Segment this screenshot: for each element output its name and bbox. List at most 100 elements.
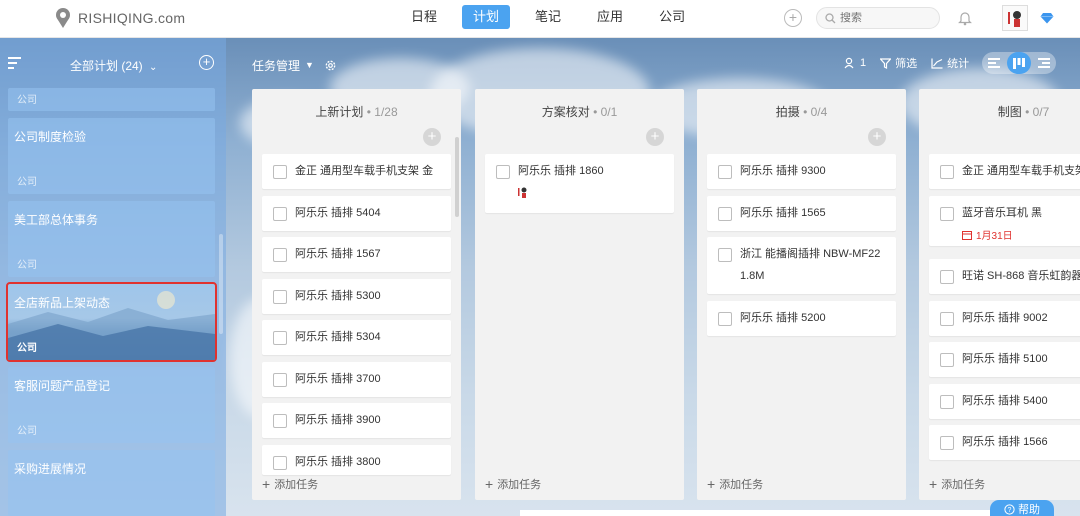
task-checkbox[interactable] [718,165,732,179]
column-scrollbar[interactable] [455,137,459,217]
task-card[interactable]: 阿乐乐 插排 5404 [262,196,451,231]
task-checkbox[interactable] [273,331,287,345]
task-text: 蓝牙音乐耳机 黑 [962,207,1043,219]
logo[interactable]: RISHIQING.com [54,7,185,29]
task-card[interactable]: 阿乐乐 插排 1566 [929,425,1080,460]
plan-card[interactable]: 采购进展情况 [8,450,215,516]
task-checkbox[interactable] [718,248,732,262]
task-checkbox[interactable] [273,290,287,304]
task-checkbox[interactable] [718,312,732,326]
task-card[interactable]: 阿乐乐 插排 1567 [262,237,451,272]
task-card[interactable]: 阿乐乐 插排 3700 [262,362,451,397]
add-plan-icon[interactable]: + [199,55,214,70]
task-card[interactable]: 阿乐乐 插排 1565 [707,196,896,231]
nav-notes[interactable]: 笔记 [524,5,572,29]
plan-card[interactable]: 美工部总体事务 公司 [8,201,215,277]
filter-icon [880,57,892,69]
task-card[interactable]: 阿乐乐 插排 9002 [929,301,1080,336]
calendar-icon [962,230,972,240]
task-text: 阿乐乐 插排 3800 [295,456,381,468]
add-card-icon[interactable]: + [868,128,886,146]
main-nav: 日程 计划 笔记 应用 公司 [400,5,710,29]
plan-card[interactable]: 公司 [8,88,215,111]
nav-apps[interactable]: 应用 [586,5,634,29]
task-checkbox[interactable] [273,207,287,221]
add-task-button[interactable]: + 添加任务 [707,476,763,492]
nav-company[interactable]: 公司 [648,5,696,29]
list-view-icon[interactable] [982,52,1007,74]
sidebar-title[interactable]: 全部计划 (24) ⌄ [70,57,157,74]
plan-card-selected[interactable]: 全店新品上架动态 公司 [6,282,217,362]
help-button[interactable]: ? 帮助 [990,500,1054,516]
task-card[interactable]: 阿乐乐 插排 1860 [485,154,674,213]
task-checkbox[interactable] [940,207,954,221]
task-checkbox[interactable] [940,353,954,367]
top-bar: RISHIQING.com 日程 计划 笔记 应用 公司 + [0,0,1080,38]
members-tool[interactable]: 1 [844,57,866,69]
task-checkbox[interactable] [273,165,287,179]
task-card[interactable]: 阿乐乐 插排 9300 [707,154,896,189]
task-card[interactable]: 蓝牙音乐耳机 黑 1月31日 [929,196,1080,246]
task-checkbox[interactable] [940,165,954,179]
task-card[interactable]: 阿乐乐 插排 5300 [262,279,451,314]
timeline-view-icon[interactable] [1031,52,1056,74]
task-card[interactable]: 阿乐乐 插排 5400 [929,384,1080,419]
search-input[interactable] [840,12,920,24]
search-icon [825,12,836,23]
task-checkbox[interactable] [273,414,287,428]
task-card[interactable]: 阿乐乐 插排 3900 [262,403,451,438]
task-checkbox[interactable] [273,456,287,470]
task-checkbox[interactable] [273,373,287,387]
task-card[interactable]: 浙江 能播阁插排 NBW-MF22 1.8M [707,237,896,294]
search-box[interactable] [816,7,940,29]
stats-tool[interactable]: 统计 [931,55,969,71]
nav-schedule[interactable]: 日程 [400,5,448,29]
bell-icon[interactable] [958,10,972,26]
logo-pin-icon [56,8,70,28]
task-card[interactable]: 阿乐乐 插排 5200 [707,301,896,336]
menu-icon[interactable] [8,57,21,69]
add-task-button[interactable]: + 添加任务 [929,476,985,492]
user-avatar[interactable] [1002,5,1028,31]
task-text: 阿乐乐 插排 1860 [518,165,604,177]
add-card-icon[interactable]: + [646,128,664,146]
task-card[interactable]: 金正 通用型车载手机支架 金 [262,154,451,189]
task-card[interactable]: 阿乐乐 插排 5100 [929,342,1080,377]
plan-card[interactable]: 公司制度检验 公司 [8,118,215,194]
nav-plan[interactable]: 计划 [462,5,511,29]
add-card-icon[interactable]: + [423,128,441,146]
plan-name: 客服问题产品登记 [14,379,111,393]
task-card[interactable]: 旺诺 SH-868 音乐虹韵器 [929,259,1080,294]
bottom-strip [520,510,990,516]
vip-diamond-icon[interactable] [1040,12,1054,24]
task-checkbox[interactable] [496,165,510,179]
task-checkbox[interactable] [718,207,732,221]
task-card[interactable]: 阿乐乐 插排 3800 [262,445,451,475]
add-task-button[interactable]: + 添加任务 [262,476,318,492]
filter-tool[interactable]: 筛选 [880,55,917,71]
kanban-column: 上新计划 • 1/28 + 金正 通用型车载手机支架 金 阿乐乐 插排 5404… [252,89,461,500]
caret-down-icon[interactable]: ▼ [305,60,314,70]
add-task-button[interactable]: + 添加任务 [485,476,541,492]
task-checkbox[interactable] [940,395,954,409]
plus-icon: + [707,476,716,492]
stats-label: 统计 [947,58,970,70]
task-text: 阿乐乐 插排 5300 [295,290,381,302]
create-icon[interactable]: + [784,9,802,27]
task-checkbox[interactable] [940,436,954,450]
top-right-tools: + [784,5,1054,31]
task-checkbox[interactable] [273,248,287,262]
plan-name: 全店新品上架动态 [14,296,111,310]
task-checkbox[interactable] [940,312,954,326]
kanban-view-icon[interactable] [1006,52,1032,74]
task-card[interactable]: 金正 通用型车载手机支架 [929,154,1080,189]
settings-gear-icon[interactable] [324,59,337,72]
task-card[interactable]: 阿乐乐 插排 5304 [262,320,451,355]
board-title[interactable]: 任务管理 [252,57,300,74]
task-checkbox[interactable] [940,270,954,284]
sidebar-scrollbar[interactable] [219,234,223,334]
task-text: 阿乐乐 插排 1565 [740,207,826,219]
plan-card[interactable]: 客服问题产品登记 公司 [8,367,215,443]
assignee-avatar[interactable] [515,184,531,200]
due-date[interactable]: 1月31日 [962,227,1013,242]
